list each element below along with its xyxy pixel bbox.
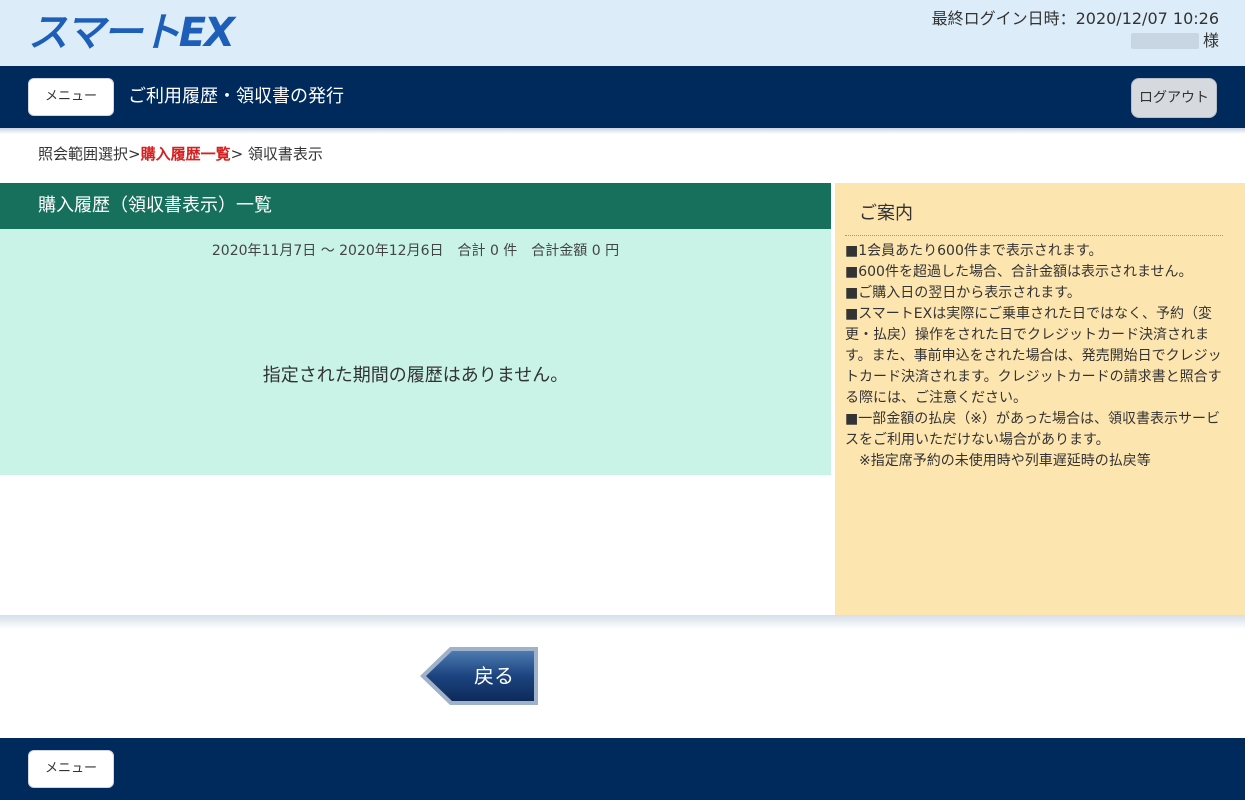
menu-button[interactable]: メニュー [28,78,114,116]
history-panel-header: 購入履歴（領収書表示）一覧 [0,183,831,229]
page-title: ご利用履歴・領収書の発行 [128,86,344,107]
last-login-datetime: 最終ログイン日時：2020/12/07 10:26 [931,9,1219,28]
user-honorific: 様 [1202,31,1219,50]
guidance-item: ■1会員あたり600件まで表示されます。 [845,243,1103,259]
breadcrumb-step-current: 購入履歴一覧 [140,145,231,163]
breadcrumb: 照会範囲選択>購入履歴一覧> 領収書表示 [38,144,323,164]
guidance-title: ご案内 [859,203,913,224]
smart-ex-logo[interactable]: スマートEX [28,10,235,56]
footer-bar: メニュー [0,738,1245,800]
content-divider [0,615,1245,629]
empty-history-message: 指定された期間の履歴はありません。 [262,365,569,386]
guidance-panel: ご案内 ■1会員あたり600件まで表示されます。 ■600件を超過した場合、合計… [835,183,1245,615]
footer-menu-button[interactable]: メニュー [28,750,114,788]
login-info: 最終ログイン日時：2020/12/07 10:26 様 [932,8,1219,52]
logout-button[interactable]: ログアウト [1131,78,1217,118]
history-panel: 購入履歴（領収書表示）一覧 2020年11月7日 ～ 2020年12月6日 合計… [0,183,831,475]
breadcrumb-step-range[interactable]: 照会範囲選択> [38,145,141,163]
guidance-item: ■ご購入日の翌日から表示されます。 [845,285,1081,301]
nav-bar: メニュー ご利用履歴・領収書の発行 ログアウト [0,66,1245,128]
user-name-redacted [1130,33,1199,49]
nav-shadow [0,128,1245,134]
back-button[interactable]: 戻る [418,645,540,707]
guidance-item: ■600件を超過した場合、合計金額は表示されません。 [845,264,1193,280]
guidance-text: ■1会員あたり600件まで表示されます。 ■600件を超過した場合、合計金額は表… [845,241,1225,472]
guidance-item: ■スマートEXは実際にご乗車された日ではなく、予約（変更・払戻）操作をされた日で… [845,306,1222,406]
history-summary: 2020年11月7日 ～ 2020年12月6日 合計 0 件 合計金額 0 円 [211,243,620,259]
guidance-item: ■一部金額の払戻（※）があった場合は、領収書表示サービスをご利用いただけない場合… [845,411,1220,448]
guidance-divider [845,235,1223,236]
top-header: スマートEX 最終ログイン日時：2020/12/07 10:26 様 [0,0,1245,66]
breadcrumb-step-receipt: > 領収書表示 [230,145,323,163]
back-button-label: 戻る [474,664,514,688]
user-name-row: 様 [932,30,1219,52]
guidance-item: ※指定席予約の未使用時や列車遅延時の払戻等 [845,453,1151,469]
history-panel-title: 購入履歴（領収書表示）一覧 [38,195,272,216]
